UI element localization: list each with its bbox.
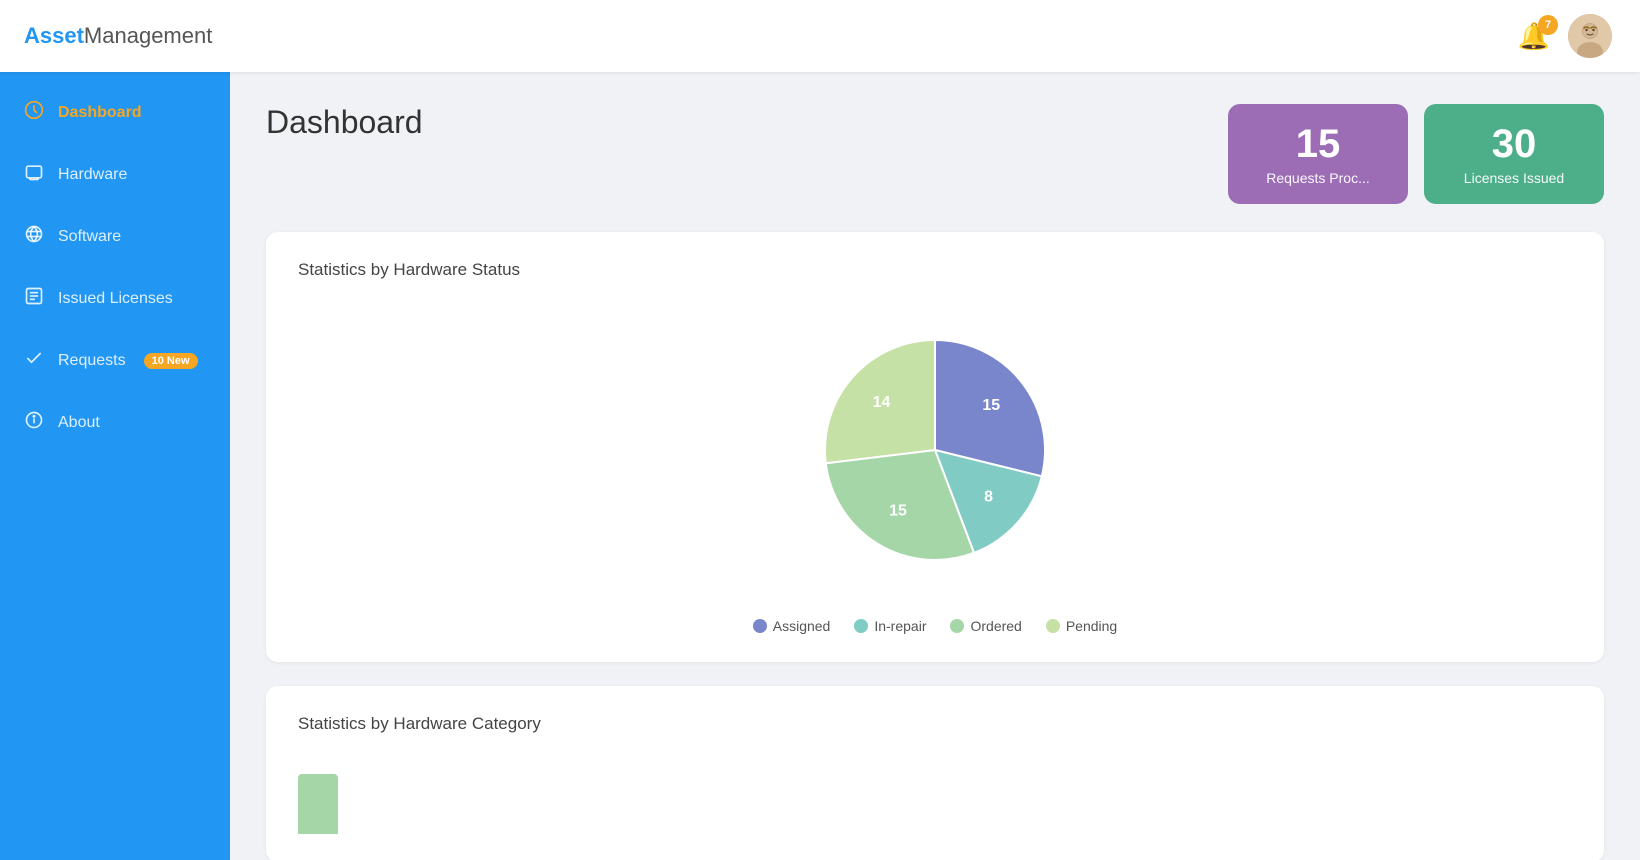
main-layout: Dashboard Hardware Software Issued Licen…: [0, 72, 1640, 860]
licenses-icon: [24, 286, 44, 312]
svg-text:15: 15: [889, 502, 907, 519]
header-right: 🔔 7: [1518, 14, 1612, 58]
sidebar-item-hardware-label: Hardware: [58, 166, 127, 184]
legend-inrepair: In-repair: [854, 618, 926, 634]
pie-chart: 15 8 15 14: [785, 300, 1085, 600]
legend-label-ordered: Ordered: [970, 618, 1021, 634]
legend-dot-assigned: [753, 619, 767, 633]
stat-card-requests-number: 15: [1260, 122, 1376, 166]
logo-asset: Asset: [24, 23, 84, 49]
notification-badge: 7: [1538, 15, 1558, 35]
sidebar-item-dashboard[interactable]: Dashboard: [0, 82, 230, 144]
legend-pending: Pending: [1046, 618, 1117, 634]
sidebar-item-about-label: About: [58, 414, 100, 432]
main-content: Dashboard 15 Requests Proc... 30 License…: [230, 72, 1640, 860]
bar-item-1: [298, 774, 338, 834]
hardware-icon: [24, 162, 44, 188]
sidebar-item-hardware[interactable]: Hardware: [0, 144, 230, 206]
about-icon: [24, 410, 44, 436]
stat-card-licenses-label: Licenses Issued: [1456, 170, 1572, 186]
hardware-category-chart-title: Statistics by Hardware Category: [298, 714, 1572, 734]
sidebar-item-software[interactable]: Software: [0, 206, 230, 268]
legend-label-assigned: Assigned: [773, 618, 831, 634]
requests-new-badge: 10 New: [144, 353, 198, 369]
legend-ordered: Ordered: [950, 618, 1021, 634]
sidebar-item-requests-label: Requests: [58, 352, 126, 370]
stat-card-licenses: 30 Licenses Issued: [1424, 104, 1604, 204]
sidebar-item-about[interactable]: About: [0, 392, 230, 454]
software-icon: [24, 224, 44, 250]
bar-chart-area: [298, 754, 1572, 834]
stat-card-requests: 15 Requests Proc...: [1228, 104, 1408, 204]
hardware-category-chart-section: Statistics by Hardware Category: [266, 686, 1604, 860]
page-header: Dashboard 15 Requests Proc... 30 License…: [266, 104, 1604, 204]
pie-chart-container: 15 8 15 14 Assigned In-repair Ordered: [298, 300, 1572, 634]
legend-dot-ordered: [950, 619, 964, 633]
avatar[interactable]: [1568, 14, 1612, 58]
logo-area: Asset Management: [0, 23, 230, 49]
notification-button[interactable]: 🔔 7: [1518, 21, 1550, 52]
top-header: Asset Management 🔔 7: [0, 0, 1640, 72]
stat-cards: 15 Requests Proc... 30 Licenses Issued: [1228, 104, 1604, 204]
requests-icon: [24, 348, 44, 374]
legend-label-inrepair: In-repair: [874, 618, 926, 634]
hardware-status-chart-title: Statistics by Hardware Status: [298, 260, 1572, 280]
stat-card-requests-label: Requests Proc...: [1260, 170, 1376, 186]
sidebar: Dashboard Hardware Software Issued Licen…: [0, 72, 230, 860]
legend-dot-inrepair: [854, 619, 868, 633]
bar-1: [298, 774, 338, 834]
sidebar-item-issued-licenses-label: Issued Licenses: [58, 290, 173, 308]
legend-assigned: Assigned: [753, 618, 831, 634]
sidebar-item-software-label: Software: [58, 228, 121, 246]
dashboard-icon: [24, 100, 44, 126]
legend-dot-pending: [1046, 619, 1060, 633]
svg-text:15: 15: [982, 397, 1000, 414]
sidebar-item-dashboard-label: Dashboard: [58, 104, 142, 122]
hardware-status-chart-section: Statistics by Hardware Status 15 8 15 14 As…: [266, 232, 1604, 662]
page-title: Dashboard: [266, 104, 423, 141]
logo-management: Management: [84, 23, 212, 49]
chart-legend: Assigned In-repair Ordered Pending: [753, 618, 1117, 634]
svg-text:14: 14: [873, 394, 891, 411]
svg-text:8: 8: [984, 489, 993, 506]
stat-card-licenses-number: 30: [1456, 122, 1572, 166]
sidebar-item-issued-licenses[interactable]: Issued Licenses: [0, 268, 230, 330]
legend-label-pending: Pending: [1066, 618, 1117, 634]
sidebar-item-requests[interactable]: Requests 10 New: [0, 330, 230, 392]
